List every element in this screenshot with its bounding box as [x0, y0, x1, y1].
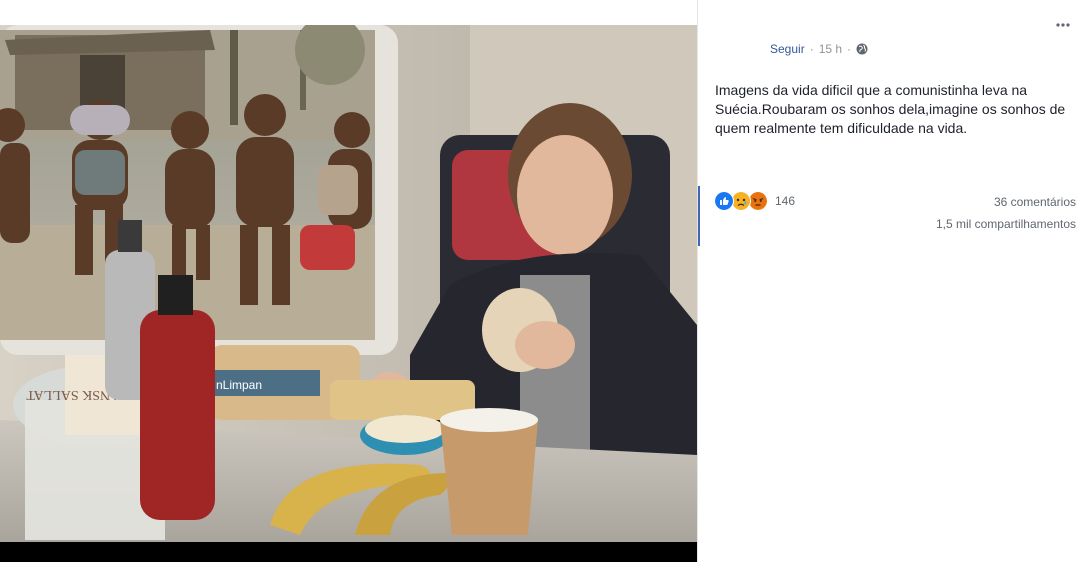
- post-photo: nLimpan VEGANSK SALLAT: [0, 25, 697, 542]
- angry-icon: [748, 191, 768, 211]
- more-options-icon: [1056, 23, 1070, 27]
- sad-icon: [731, 191, 751, 211]
- reactions-summary[interactable]: 146: [714, 191, 795, 211]
- photo-top-margin: [0, 0, 697, 25]
- more-options-button[interactable]: [1052, 14, 1074, 36]
- comments-count-link[interactable]: 36 comentários: [994, 195, 1076, 209]
- photo-viewer[interactable]: nLimpan VEGANSK SALLAT: [0, 0, 697, 562]
- like-icon: [714, 191, 734, 211]
- post-sidebar: Seguir · 15 h · Imagens da vida dificil …: [697, 0, 1088, 562]
- shares-count-link[interactable]: 1,5 mil compartilhamentos: [936, 217, 1076, 231]
- bread-package-label: nLimpan: [216, 378, 262, 392]
- sidebar-focus-indicator: [698, 186, 700, 246]
- follow-button[interactable]: Seguir: [770, 42, 805, 56]
- post-text: Imagens da vida dificil que a comunistin…: [715, 82, 1066, 136]
- reaction-count: 146: [775, 194, 796, 208]
- globe-icon[interactable]: [856, 43, 868, 55]
- meta-separator-2: ·: [847, 42, 852, 56]
- post-header-meta: Seguir · 15 h ·: [770, 40, 868, 58]
- photo-bottom-margin: [0, 542, 697, 562]
- post-timestamp[interactable]: 15 h: [819, 42, 842, 56]
- meta-separator: ·: [809, 42, 814, 56]
